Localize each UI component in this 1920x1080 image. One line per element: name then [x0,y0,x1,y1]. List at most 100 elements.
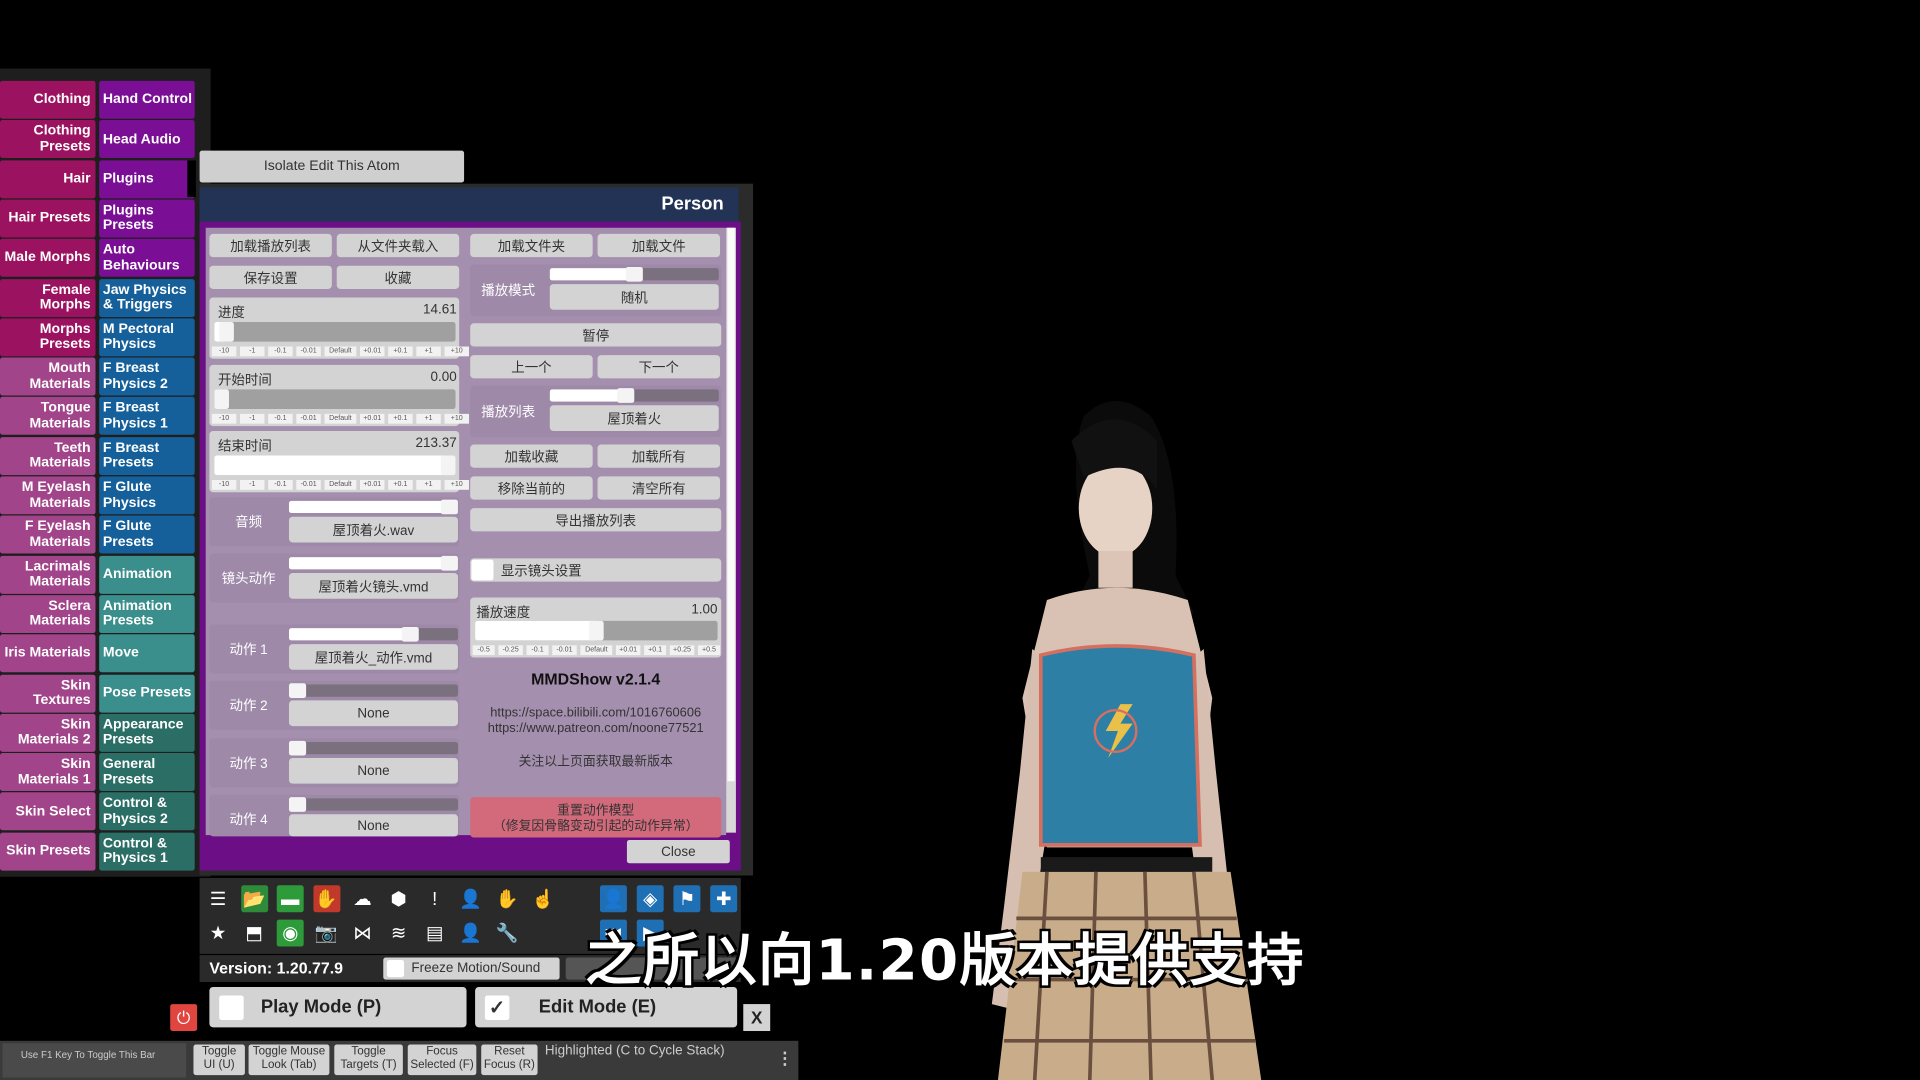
isolate-edit-button[interactable]: Isolate Edit This Atom [199,150,465,183]
category-skin-textures[interactable]: Skin Textures [0,674,96,713]
next-button[interactable]: 下一个 [597,355,721,379]
step-button[interactable]: -0.01 [296,413,321,424]
end-time-slider[interactable] [214,455,456,476]
slider-thumb[interactable] [288,797,307,812]
load-file-button[interactable]: 加载文件 [597,233,721,258]
slider-thumb[interactable] [402,626,420,642]
load-icon[interactable]: ⬒ [240,919,268,947]
play-mode-button[interactable]: Play Mode (P) [209,986,467,1028]
camera-select[interactable]: 屋顶着火镜头.vmd [288,573,458,599]
play-mode-select[interactable]: 随机 [549,284,719,310]
reset-focus-button[interactable]: Reset Focus (R) [481,1044,538,1076]
category-mouth-materials[interactable]: Mouth Materials [0,357,96,396]
step-button[interactable]: -1 [240,346,265,357]
patreon-link[interactable]: https://www.patreon.com/noone77521 [470,721,721,736]
close-x-button[interactable]: X [743,1004,771,1032]
pointer-icon[interactable]: ☝ [529,885,557,913]
category-f-breast-presets[interactable]: F Breast Presets [99,436,195,475]
more-menu-icon[interactable]: ⋮ [776,1048,793,1069]
step-button[interactable]: -0.1 [268,480,293,490]
document-icon[interactable]: ▤ [421,919,449,947]
step-button[interactable]: +0.01 [615,645,641,656]
hand-red-icon[interactable]: ✋ [312,885,340,913]
wrench-icon[interactable]: 🔧 [493,919,521,947]
motion2-select[interactable]: None [288,700,458,727]
play-mode-slider[interactable] [549,266,719,282]
motion3-slider[interactable] [288,740,458,756]
slider-thumb[interactable] [440,455,456,476]
step-button[interactable]: -0.01 [296,346,321,357]
category-f-glute-physics[interactable]: F Glute Physics [99,476,195,515]
menu-icon[interactable]: ☰ [204,885,232,913]
plus-icon[interactable]: ✚ [710,885,738,913]
slider-thumb[interactable] [625,266,643,282]
speed-slider[interactable] [475,620,718,641]
category-lacrimals-materials[interactable]: Lacrimals Materials [0,555,96,594]
step-button[interactable]: Default [324,480,357,490]
step-button[interactable]: +10 [444,346,469,357]
cloud-icon[interactable]: ☁ [348,885,376,913]
step-button[interactable]: Default [580,645,613,656]
step-button[interactable]: -10 [211,480,237,490]
motion2-slider[interactable] [288,683,458,698]
motion1-select[interactable]: 屋顶着火_动作.vmd [288,644,458,670]
package-icon[interactable]: ⬢ [385,885,413,913]
step-button[interactable]: -10 [211,346,237,357]
category-skin-select[interactable]: Skin Select [0,792,96,831]
freeze-motion-toggle[interactable]: Freeze Motion/Sound [383,957,560,980]
step-button[interactable]: +0.1 [644,645,667,656]
category-jaw-physics-triggers[interactable]: Jaw Physics & Triggers [99,278,195,317]
save-settings-button[interactable]: 保存设置 [209,265,332,289]
export-playlist-button[interactable]: 导出播放列表 [470,508,722,532]
step-button[interactable]: -0.1 [268,346,293,357]
category-f-breast-physics-1[interactable]: F Breast Physics 1 [99,397,195,436]
star-icon[interactable]: ★ [204,919,232,947]
slider-thumb[interactable] [588,620,604,641]
slider-thumb[interactable] [218,322,234,342]
category-m-pectoral-physics[interactable]: M Pectoral Physics [99,318,195,357]
layers-icon[interactable]: ≋ [385,919,413,947]
step-button[interactable]: -0.01 [552,645,577,656]
step-button[interactable]: +0.5 [697,645,721,656]
prev-button[interactable]: 上一个 [470,355,593,379]
load-favorites-button[interactable]: 加载收藏 [470,444,593,468]
step-button[interactable]: +0.25 [669,645,695,656]
alert-icon[interactable]: ! [421,885,449,913]
category-skin-materials-2[interactable]: Skin Materials 2 [0,713,96,752]
motion3-select[interactable]: None [288,757,458,784]
screenshot-icon[interactable]: ◉ [276,919,304,947]
category-tongue-materials[interactable]: Tongue Materials [0,397,96,436]
person-add-icon[interactable]: 👤 [457,885,485,913]
category-plugins[interactable]: Plugins [99,159,195,198]
step-button[interactable]: -1 [240,480,265,490]
category-auto-behaviours[interactable]: Auto Behaviours [99,239,195,277]
step-button[interactable]: +0.1 [388,413,413,424]
step-button[interactable]: Default [324,413,357,424]
category-hair[interactable]: Hair [0,159,96,198]
audio-slider[interactable] [288,499,458,515]
category-animation[interactable]: Animation [99,555,195,594]
toggle-ui-button[interactable]: Toggle UI (U) [193,1044,245,1076]
category-skin-materials-1[interactable]: Skin Materials 1 [0,753,96,792]
category-pose-presets[interactable]: Pose Presets [99,674,195,713]
progress-slider[interactable] [214,322,456,342]
step-button[interactable]: +0.01 [360,346,385,357]
category-male-morphs[interactable]: Male Morphs [0,239,96,277]
step-button[interactable]: +0.01 [360,480,385,490]
step-button[interactable]: Default [324,346,357,357]
category-f-breast-physics-2[interactable]: F Breast Physics 2 [99,357,195,396]
category-head-audio[interactable]: Head Audio [99,120,195,159]
category-morphs-presets[interactable]: Morphs Presets [0,318,96,357]
motion1-slider[interactable] [288,626,458,642]
step-button[interactable]: +10 [444,413,469,424]
step-button[interactable]: +1 [416,346,441,357]
favorites-button[interactable]: 收藏 [336,265,460,289]
motion4-slider[interactable] [288,797,458,812]
motion4-select[interactable]: None [288,814,458,837]
category-sclera-materials[interactable]: Sclera Materials [0,594,96,633]
remove-current-button[interactable]: 移除当前的 [470,476,593,500]
category-move[interactable]: Move [99,634,195,673]
category-general-presets[interactable]: General Presets [99,753,195,792]
playlist-select[interactable]: 屋顶着火 [549,405,719,432]
category-m-eyelash-materials[interactable]: M Eyelash Materials [0,476,96,515]
